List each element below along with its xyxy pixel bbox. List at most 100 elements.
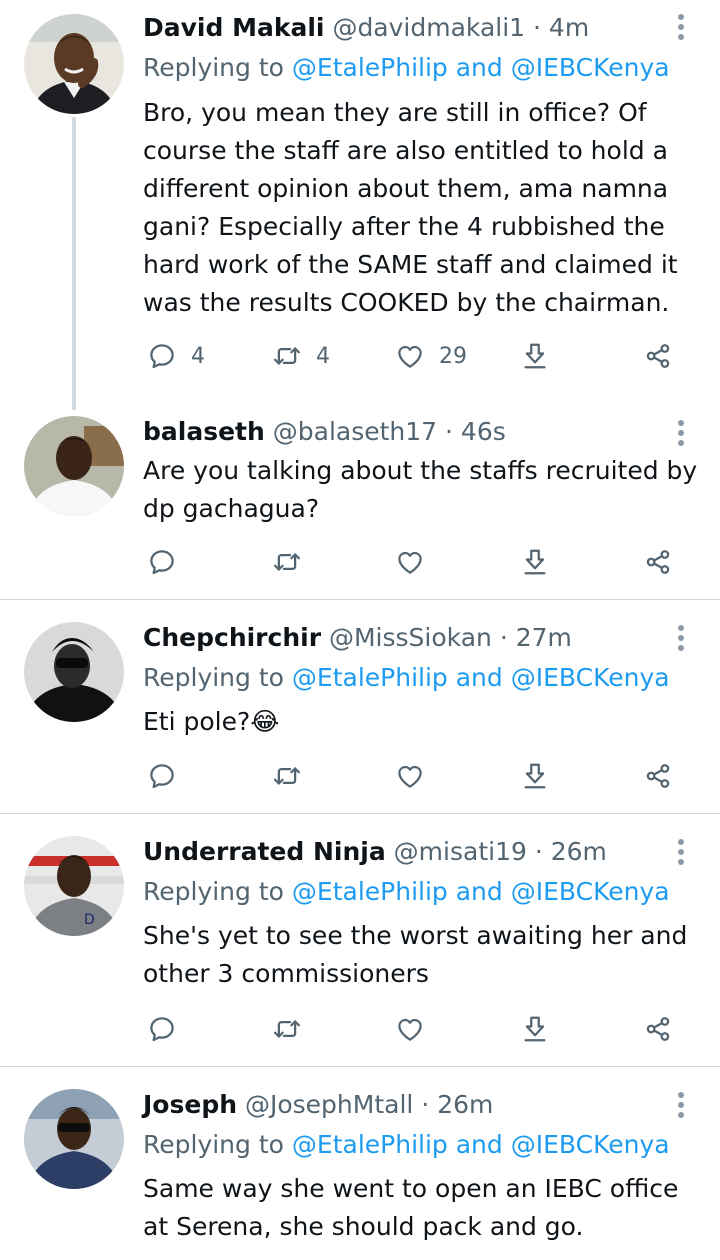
mention-link[interactable]: @IEBCKenya	[511, 53, 670, 82]
bookmark-icon	[520, 547, 550, 577]
timestamp[interactable]: · 26m	[421, 1090, 493, 1119]
avatar[interactable]	[24, 622, 124, 722]
tweet-text: Are you talking about the staffs recruit…	[143, 456, 698, 523]
tweet-header: Joseph @JosephMtall · 26m	[143, 1090, 664, 1120]
more-options-icon[interactable]	[666, 7, 696, 47]
reply-icon	[147, 761, 177, 791]
bookmark-icon	[520, 761, 550, 791]
share-button[interactable]	[643, 1009, 673, 1049]
share-button[interactable]	[643, 756, 673, 796]
mention-and: and	[455, 877, 503, 906]
timestamp[interactable]: · 26m	[535, 837, 607, 866]
bookmark-button[interactable]	[520, 756, 550, 796]
more-options-icon[interactable]	[666, 1085, 696, 1125]
replying-to-label: Replying to	[143, 1130, 284, 1159]
share-icon	[643, 547, 673, 577]
like-button[interactable]	[395, 1009, 425, 1049]
mention-link[interactable]: @IEBCKenya	[511, 1130, 670, 1159]
like-button[interactable]	[395, 756, 425, 796]
tweet[interactable]: D Underrated Ninja @misati19 · 26m Reply…	[0, 814, 720, 1066]
reply-button[interactable]	[147, 1009, 177, 1049]
display-name[interactable]: Chepchirchir	[143, 623, 321, 652]
bookmark-button[interactable]	[520, 336, 550, 376]
user-handle[interactable]: @JosephMtall	[245, 1090, 413, 1119]
avatar[interactable]	[24, 14, 124, 114]
reply-icon	[147, 547, 177, 577]
tweet-text: Eti pole?😂	[143, 707, 280, 736]
tweet[interactable]: Joseph @JosephMtall · 26m Replying to @E…	[0, 1067, 720, 1260]
display-name[interactable]: balaseth	[143, 417, 265, 446]
heart-icon	[395, 761, 425, 791]
retweet-count: 4	[316, 343, 330, 369]
mention-link[interactable]: @EtalePhilip	[292, 53, 448, 82]
display-name[interactable]: Joseph	[143, 1090, 237, 1119]
reply-count: 4	[191, 343, 205, 369]
bookmark-button[interactable]	[520, 542, 550, 582]
retweet-button[interactable]	[272, 542, 302, 582]
bookmark-button[interactable]	[520, 1009, 550, 1049]
user-handle[interactable]: @MissSiokan	[329, 623, 492, 652]
retweet-button[interactable]: 4	[272, 336, 330, 376]
avatar[interactable]	[24, 416, 124, 516]
share-button[interactable]	[643, 336, 673, 376]
svg-text:D: D	[84, 912, 95, 928]
more-options-icon[interactable]	[666, 413, 696, 453]
tweet-text: Same way she went to open an IEBC office…	[143, 1174, 679, 1241]
timestamp[interactable]: · 4m	[533, 13, 589, 42]
like-button[interactable]	[395, 542, 425, 582]
bookmark-icon	[520, 341, 550, 371]
timestamp[interactable]: · 46s	[445, 417, 506, 446]
retweet-icon	[272, 761, 302, 791]
mention-and: and	[455, 1130, 503, 1159]
mention-link[interactable]: @EtalePhilip	[292, 663, 448, 692]
like-button[interactable]: 29	[395, 336, 467, 376]
tweet-text: She's yet to see the worst awaiting her …	[143, 921, 688, 988]
reply-button[interactable]	[147, 542, 177, 582]
share-icon	[643, 341, 673, 371]
replying-to-label: Replying to	[143, 53, 284, 82]
replying-to-label: Replying to	[143, 877, 284, 906]
replying-to-label: Replying to	[143, 663, 284, 692]
like-count: 29	[439, 343, 467, 369]
tweet[interactable]: balaseth @balaseth17 · 46s Are you talki…	[0, 410, 720, 600]
heart-icon	[395, 547, 425, 577]
heart-icon	[395, 1014, 425, 1044]
mention-link[interactable]: @EtalePhilip	[292, 877, 448, 906]
display-name[interactable]: Underrated Ninja	[143, 837, 386, 866]
retweet-button[interactable]	[272, 1009, 302, 1049]
heart-icon	[395, 341, 425, 371]
retweet-icon	[272, 341, 302, 371]
mention-link[interactable]: @IEBCKenya	[511, 877, 670, 906]
mention-and: and	[455, 663, 503, 692]
reply-button[interactable]	[147, 756, 177, 796]
retweet-button[interactable]	[272, 756, 302, 796]
mention-link[interactable]: @IEBCKenya	[511, 663, 670, 692]
share-button[interactable]	[643, 542, 673, 582]
share-icon	[643, 761, 673, 791]
tweet-header: Chepchirchir @MissSiokan · 27m	[143, 623, 664, 653]
reply-icon	[147, 341, 177, 371]
reply-button[interactable]: 4	[147, 336, 205, 376]
avatar[interactable]	[24, 1089, 124, 1189]
tweet-header: balaseth @balaseth17 · 46s	[143, 417, 664, 447]
retweet-icon	[272, 1014, 302, 1044]
more-options-icon[interactable]	[666, 832, 696, 872]
more-options-icon[interactable]	[666, 618, 696, 658]
tweet-header: David Makali @davidmakali1 · 4m	[143, 13, 664, 43]
tweet[interactable]: David Makali @davidmakali1 · 4m Replying…	[0, 0, 720, 410]
mention-link[interactable]: @EtalePhilip	[292, 1130, 448, 1159]
reply-icon	[147, 1014, 177, 1044]
replying-to: Replying to @EtalePhilip and @IEBCKenya	[143, 877, 700, 907]
tweet-header: Underrated Ninja @misati19 · 26m	[143, 837, 664, 867]
retweet-icon	[272, 547, 302, 577]
user-handle[interactable]: @davidmakali1	[332, 13, 525, 42]
replying-to: Replying to @EtalePhilip and @IEBCKenya	[143, 663, 700, 693]
user-handle[interactable]: @balaseth17	[273, 417, 437, 446]
user-handle[interactable]: @misati19	[394, 837, 527, 866]
avatar[interactable]: D	[24, 836, 124, 936]
display-name[interactable]: David Makali	[143, 13, 324, 42]
bookmark-icon	[520, 1014, 550, 1044]
mention-and: and	[455, 53, 503, 82]
tweet[interactable]: Chepchirchir @MissSiokan · 27m Replying …	[0, 600, 720, 813]
timestamp[interactable]: · 27m	[500, 623, 572, 652]
